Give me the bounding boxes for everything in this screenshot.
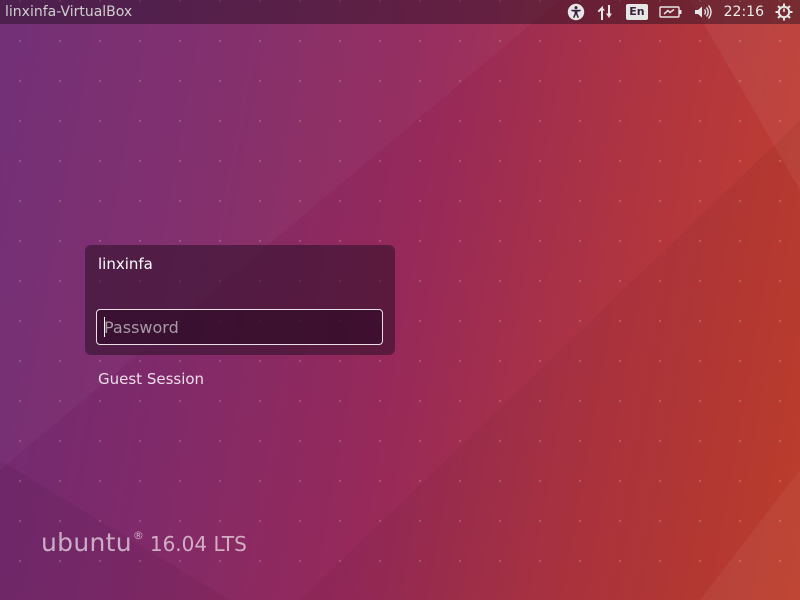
network-icon[interactable] [596,0,616,24]
accessibility-icon[interactable] [566,0,586,24]
hostname-label: linxinfa-VirtualBox [5,4,133,20]
version-label: 16.04 LTS [149,532,247,556]
panel-indicators: En 22:16 [566,0,800,24]
keyboard-language-icon[interactable]: En [626,0,648,24]
volume-icon[interactable] [692,0,714,24]
username-label: linxinfa [98,255,153,273]
clock[interactable]: 22:16 [724,4,764,20]
registered-mark: ® [132,529,144,542]
text-cursor [104,317,105,337]
keyboard-language-label: En [626,4,648,20]
guest-session-link[interactable]: Guest Session [98,370,204,388]
ubuntu-wordmark: ubuntu [41,528,132,557]
ubuntu-logo: ubuntu ® 16.04 LTS [41,528,247,557]
top-panel: linxinfa-VirtualBox En 22:16 [0,0,800,24]
login-box: linxinfa [85,245,395,355]
battery-icon[interactable] [658,0,684,24]
password-field[interactable] [96,309,383,345]
power-gear-icon[interactable] [774,0,794,24]
